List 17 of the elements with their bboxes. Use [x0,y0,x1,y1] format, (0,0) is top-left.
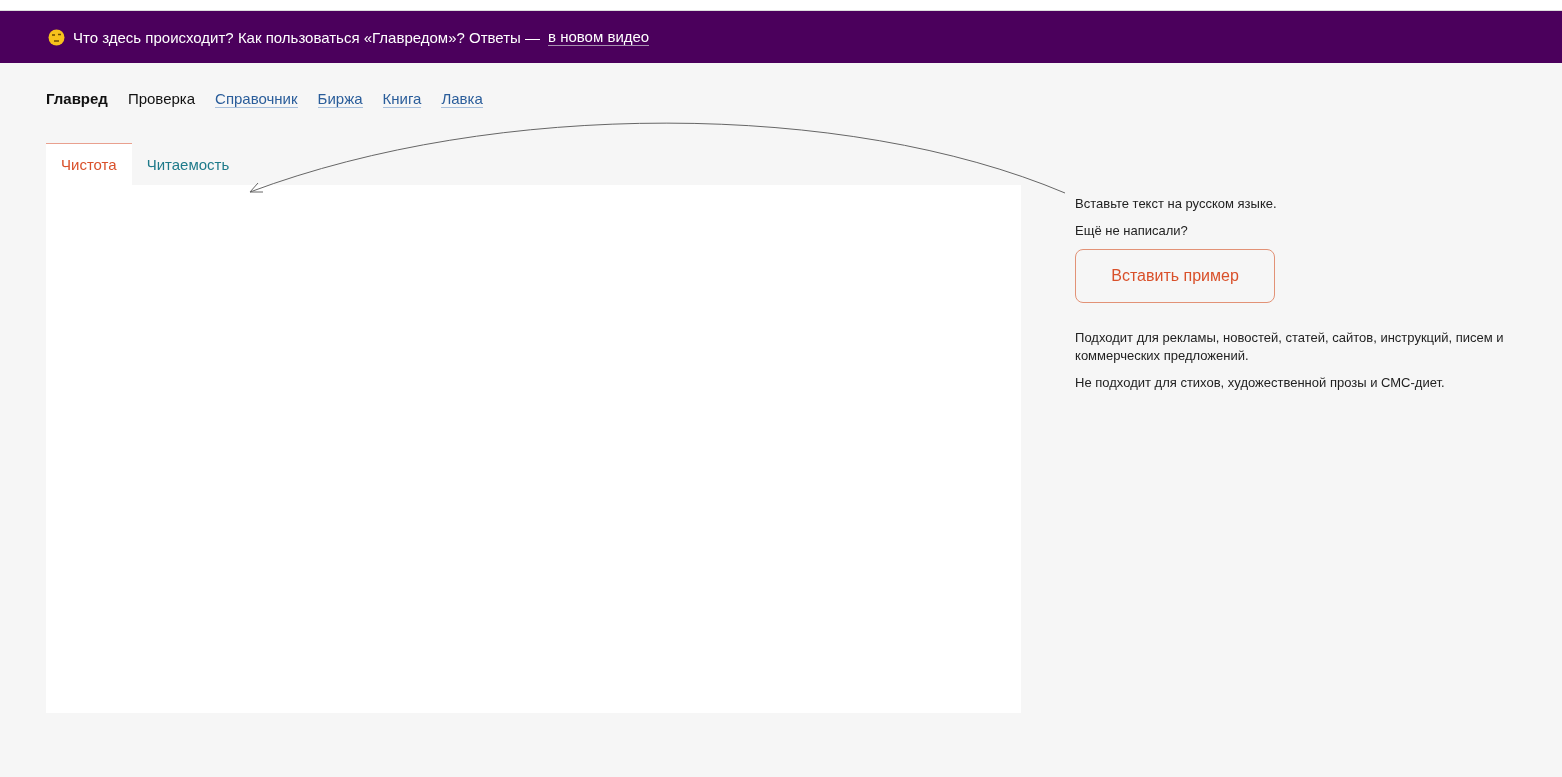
nav-link[interactable]: Главред [46,90,108,108]
tab[interactable]: Читаемость [131,143,245,185]
hint-text: Вставьте текст на русском языке. [1075,195,1278,213]
note-text: Подходит для рекламы, новостей, статей, сайтов, инструкций, писем и коммерческих предложений. [1075,329,1505,365]
video-link[interactable]: в новом видео [548,28,650,46]
note-text: Не подходит для стихов, художественной прозы и СМС-диет. [1075,374,1446,392]
insert-example-button[interactable]: Вставить пример [1075,249,1276,303]
banner-text: Что здесь происходит? Как пользоваться «Главредом»? Ответы — [73,28,541,46]
tab[interactable]: Чистота [46,143,132,185]
text-editor[interactable] [46,185,1022,713]
nav-link[interactable]: Лавка [441,90,483,108]
nav-link[interactable]: Проверка [127,90,196,108]
question-text: Ещё не написали? [1075,222,1189,240]
nav-link[interactable]: Справочник [215,90,298,108]
emoji-icon [48,28,65,46]
nav-link[interactable]: Биржа [317,90,363,108]
nav-link[interactable]: Книга [382,90,422,108]
